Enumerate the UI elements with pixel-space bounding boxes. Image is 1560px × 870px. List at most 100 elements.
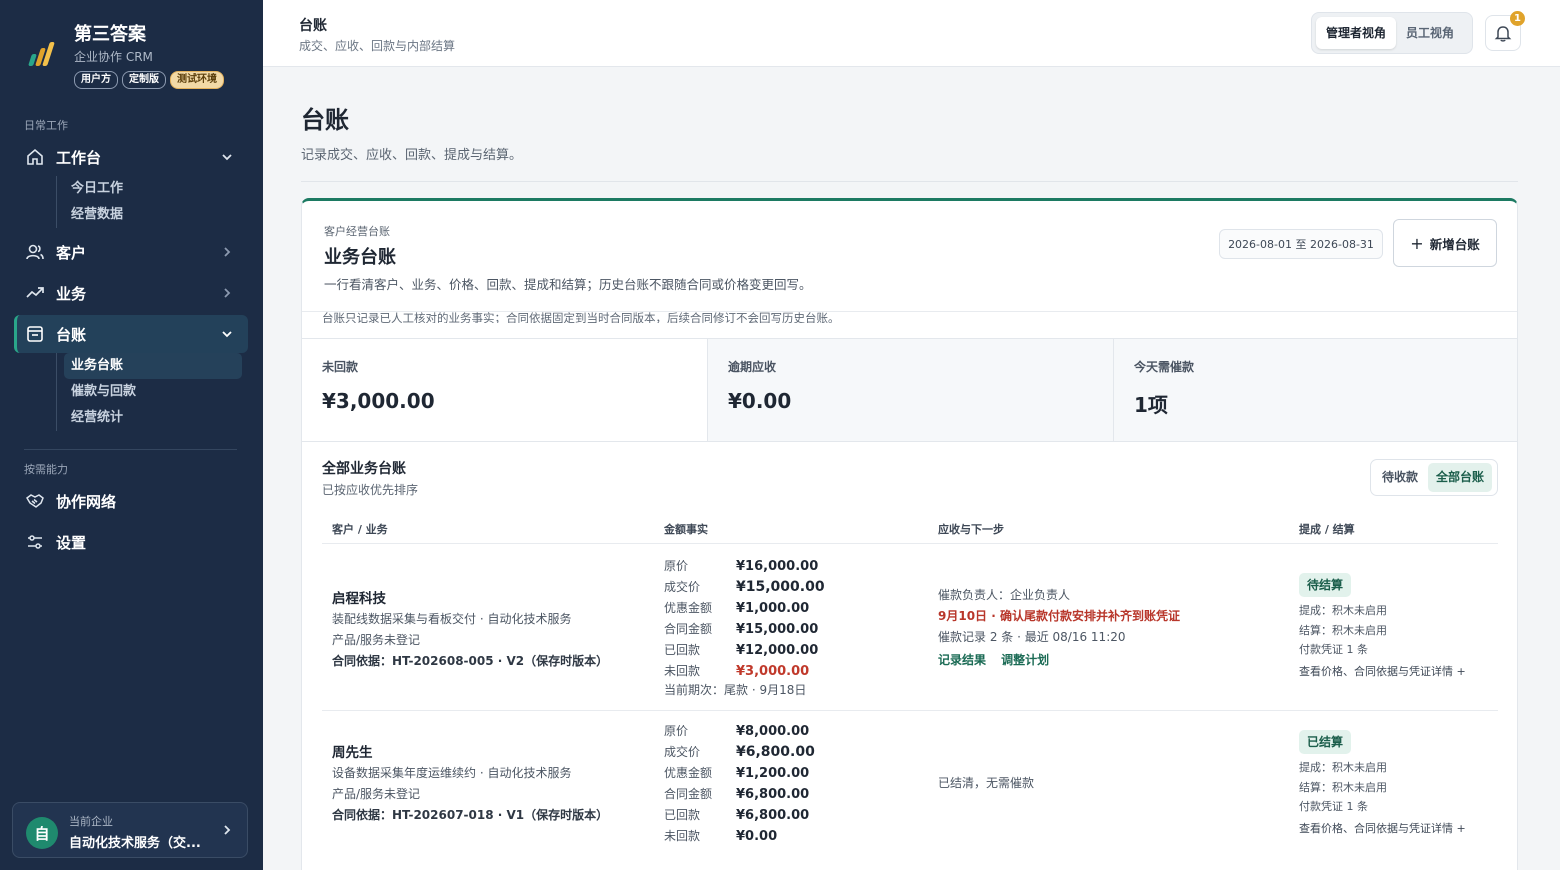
contract-basis: 合同依据：HT-202607-018 · V1（保存时版本） — [332, 808, 609, 822]
sub-item-today[interactable]: 今日工作 — [57, 176, 235, 202]
sub-item-statistics[interactable]: 经营统计 — [57, 405, 235, 431]
voucher-line: 付款凭证 1 条 — [1299, 800, 1368, 813]
amount-key: 合同金额 — [664, 622, 713, 636]
stat-overdue: 逾期应收 ¥0.00 — [708, 339, 1114, 441]
amount-value: ¥6,800.00 — [736, 744, 815, 760]
stat-today-collect: 今天需催款 1项 — [1114, 339, 1517, 441]
row-next-cell: 催款负责人：企业负责人 9月10日 · 确认尾款付款安排并补齐到账凭证 催款记录… — [938, 585, 1180, 669]
amount-value-unpaid: ¥3,000.00 — [736, 664, 810, 679]
stats-row: 未回款 ¥3,000.00 逾期应收 ¥0.00 今天需催款 1项 — [302, 338, 1517, 442]
nav-item-customers[interactable]: 客户 — [14, 233, 248, 271]
amount-key: 原价 — [664, 724, 689, 738]
nav-item-network[interactable]: 协作网络 — [14, 482, 248, 520]
view-switch: 管理者视角 员工视角 — [1311, 12, 1473, 54]
customer-name: 启程科技 — [332, 591, 386, 607]
nav-section-ondemand: 按需能力 — [24, 463, 68, 476]
list-title: 全部业务台账 — [322, 461, 406, 477]
page-description: 记录成交、应收、回款、提成与结算。 — [301, 148, 523, 163]
row-settle-cell: 已结算 提成：积木未启用 结算：积木未启用 付款凭证 1 条 查看价格、合同依据… — [1299, 730, 1466, 841]
settled-note: 已结清，无需催款 — [938, 776, 1035, 790]
handshake-icon — [24, 490, 46, 512]
amount-key: 原价 — [664, 559, 689, 573]
sub-item-business-ledger[interactable]: 业务台账 — [64, 353, 242, 379]
amount-key: 合同金额 — [664, 787, 713, 801]
row-amount-cell: 原价 ¥16,000.00 成交价 ¥15,000.00 优惠金额 ¥1,000.00… — [664, 554, 825, 701]
card-note: 台账只记录已人工核对的业务事实；合同依据固定到当时合同版本，后续合同修订不会回写… — [322, 311, 840, 323]
amount-key: 优惠金额 — [664, 766, 713, 780]
company-label: 当前企业 — [69, 815, 113, 828]
view-manager-button[interactable]: 管理者视角 — [1316, 17, 1397, 49]
workbench-submenu: 今日工作 经营数据 — [56, 176, 235, 228]
page-divider — [301, 181, 1518, 182]
contract-basis: 合同依据：HT-202608-005 · V2（保存时版本） — [332, 654, 609, 668]
row-amount-cell: 原价 ¥8,000.00 成交价 ¥6,800.00 优惠金额 ¥1,200.00 合… — [664, 719, 815, 845]
home-icon — [24, 146, 46, 168]
nav-label-business: 业务 — [56, 284, 87, 303]
row-settle-cell: 待结算 提成：积木未启用 结算：积木未启用 付款凭证 1 条 查看价格、合同依据… — [1299, 573, 1466, 684]
col-customer: 客户 / 业务 — [332, 523, 388, 536]
view-staff-button[interactable]: 员工视角 — [1396, 17, 1464, 49]
nav-item-settings[interactable]: 设置 — [14, 523, 248, 561]
product-line: 产品/服务未登记 — [332, 787, 421, 801]
amount-value: ¥6,800.00 — [736, 808, 810, 823]
amount-key: 成交价 — [664, 580, 701, 594]
sub-item-collection[interactable]: 催款与回款 — [57, 379, 235, 405]
collection-owner: 催款负责人：企业负责人 — [938, 588, 1071, 602]
commission-line: 提成：积木未启用 — [1299, 761, 1387, 774]
table-row[interactable]: 启程科技 装配线数据采集与看板交付 · 自动化技术服务 产品/服务未登记 合同依… — [322, 544, 1498, 711]
date-range-picker[interactable]: 2026-08-01 至 2026-08-31 — [1219, 229, 1383, 259]
row-customer-cell: 周先生 设备数据采集年度运维续约 · 自动化技术服务 产品/服务未登记 合同依据… — [332, 741, 608, 826]
tag-custom-edition: 定制版 — [122, 71, 166, 89]
record-result-link[interactable]: 记录结果 — [938, 653, 986, 667]
add-ledger-button[interactable]: + 新增台账 — [1393, 219, 1497, 267]
filter-all-button[interactable]: 全部台账 — [1428, 463, 1493, 492]
sub-item-ops-data[interactable]: 经营数据 — [57, 202, 235, 228]
page-title: 台账 — [301, 106, 349, 134]
tag-user-side: 用户方 — [74, 71, 118, 89]
amount-key: 成交价 — [664, 745, 701, 759]
ledger-icon — [24, 323, 46, 345]
service-line: 装配线数据采集与看板交付 · 自动化技术服务 — [332, 612, 572, 626]
col-next: 应收与下一步 — [938, 523, 1004, 536]
ledger-submenu: 业务台账 催款与回款 经营统计 — [56, 353, 242, 431]
stat-label: 逾期应收 — [728, 360, 777, 374]
topbar-subtitle: 成交、应收、回款与内部结算 — [299, 39, 456, 53]
filter-pending-button[interactable]: 待收款 — [1374, 463, 1426, 492]
nav-item-ledger[interactable]: 台账 — [14, 315, 248, 353]
nav-item-workbench[interactable]: 工作台 — [14, 138, 248, 176]
stat-label: 未回款 — [322, 360, 359, 374]
collection-alert: 9月10日 · 确认尾款付款安排并补齐到账凭证 — [938, 609, 1180, 623]
ledger-card: 客户经营台账 业务台账 一行看清客户、业务、价格、回款、提成和结算；历史台账不跟… — [301, 198, 1518, 870]
chevron-down-icon — [222, 331, 232, 338]
notification-badge: 1 — [1510, 11, 1525, 26]
nav-label-customers: 客户 — [56, 243, 87, 262]
view-detail-link[interactable]: 查看价格、合同依据与凭证详情 + — [1299, 660, 1466, 684]
amount-value: ¥15,000.00 — [736, 579, 825, 595]
table-row[interactable]: 周先生 设备数据采集年度运维续约 · 自动化技术服务 产品/服务未登记 合同依据… — [322, 711, 1498, 870]
user-icon — [24, 241, 46, 263]
nav-item-business[interactable]: 业务 — [14, 274, 248, 312]
stat-value: 1项 — [1134, 393, 1168, 417]
plus-icon: + — [1410, 233, 1424, 253]
stat-unpaid: 未回款 ¥3,000.00 — [302, 339, 708, 441]
nav-section-daily: 日常工作 — [24, 119, 68, 132]
amount-value: ¥1,000.00 — [736, 601, 810, 616]
amount-value: ¥1,200.00 — [736, 766, 810, 781]
amount-key: 未回款 — [664, 829, 701, 843]
card-description: 一行看清客户、业务、价格、回款、提成和结算；历史台账不跟随合同或价格变更回写。 — [324, 277, 812, 292]
chevron-down-icon — [222, 154, 232, 161]
nav-label-network: 协作网络 — [56, 492, 117, 511]
adjust-plan-link[interactable]: 调整计划 — [1001, 653, 1049, 667]
chevron-right-icon — [224, 247, 231, 257]
chevron-right-icon — [224, 825, 231, 835]
topbar-title: 台账 — [299, 18, 327, 34]
amount-key: 已回款 — [664, 643, 701, 657]
view-detail-link[interactable]: 查看价格、合同依据与凭证详情 + — [1299, 817, 1466, 841]
amount-value: ¥8,000.00 — [736, 724, 810, 739]
brand-subtitle: 企业协作 CRM — [74, 50, 153, 64]
current-company[interactable]: 自 当前企业 自动化技术服务（交... — [12, 802, 248, 858]
brand: 第三答案 企业协作 CRM 用户方 定制版 测试环境 — [24, 18, 254, 92]
card-title: 业务台账 — [324, 247, 396, 268]
settlement-line: 结算：积木未启用 — [1299, 623, 1387, 637]
nav-label-ledger: 台账 — [56, 325, 87, 344]
